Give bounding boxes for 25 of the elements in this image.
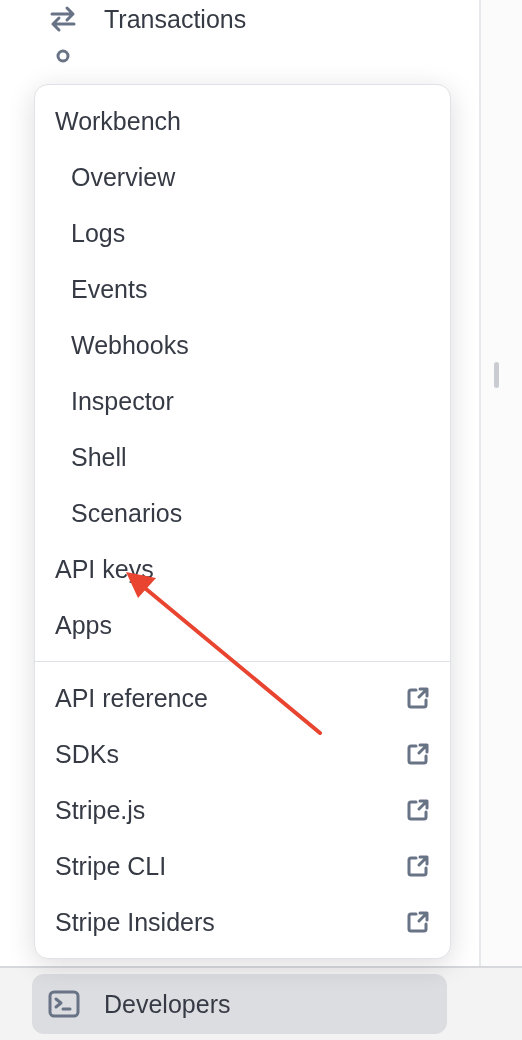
external-link-icon [406, 742, 430, 766]
submenu-item[interactable]: Scenarios [35, 485, 450, 541]
menu-link[interactable]: API reference [35, 670, 450, 726]
submenu-item[interactable]: Logs [35, 205, 450, 261]
menu-item[interactable]: Workbench [35, 93, 450, 149]
menu-link[interactable]: Stripe Insiders [35, 894, 450, 950]
scrollbar-thumb[interactable] [494, 362, 499, 388]
menu-link[interactable]: Stripe CLI [35, 838, 450, 894]
submenu-item[interactable]: Events [35, 261, 450, 317]
menu-item[interactable]: Apps [35, 597, 450, 653]
sidebar-item[interactable]: Transactions [0, 0, 479, 49]
menu-link[interactable]: Stripe.js [35, 782, 450, 838]
person-icon [56, 49, 70, 63]
submenu-item[interactable]: Webhooks [35, 317, 450, 373]
external-link-icon [406, 854, 430, 878]
external-link-icon [406, 910, 430, 934]
transfer-arrows-icon [48, 4, 78, 34]
external-link-icon [406, 686, 430, 710]
terminal-icon [48, 990, 80, 1018]
menu-link[interactable]: SDKs [35, 726, 450, 782]
submenu-item[interactable]: Inspector [35, 373, 450, 429]
developers-button[interactable]: Developers [32, 974, 447, 1034]
submenu-item[interactable]: Shell [35, 429, 450, 485]
external-link-icon [406, 798, 430, 822]
submenu-item[interactable]: Overview [35, 149, 450, 205]
